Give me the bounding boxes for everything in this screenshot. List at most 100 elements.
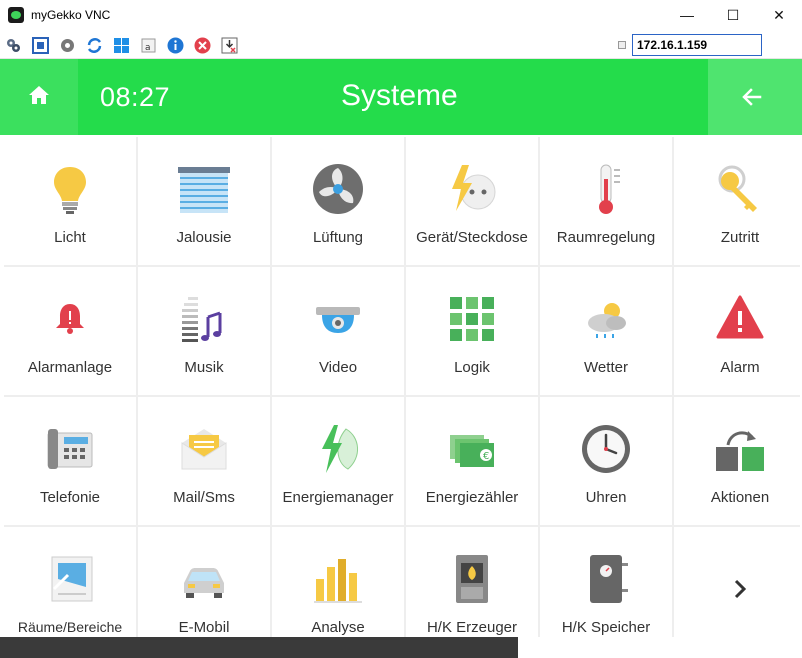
tile-analyse[interactable]: Analyse bbox=[272, 527, 404, 655]
chevron-right-icon bbox=[734, 579, 747, 599]
tile-label: Räume/Bereiche bbox=[17, 619, 123, 635]
blinds-icon bbox=[178, 167, 230, 213]
tile-label: Analyse bbox=[311, 619, 365, 636]
tile-label: H/K Speicher bbox=[561, 619, 651, 636]
alarm-bell-icon bbox=[56, 304, 84, 334]
window-title: myGekko VNC bbox=[31, 8, 111, 22]
send-win-key-icon[interactable] bbox=[113, 37, 130, 54]
tile-label: Video bbox=[318, 359, 358, 376]
tile-label: Wetter bbox=[584, 359, 628, 376]
tile-label: Mail/Sms bbox=[173, 489, 235, 506]
clock-icon bbox=[582, 425, 630, 473]
tile-video[interactable]: Video bbox=[272, 267, 404, 395]
connection-options-icon[interactable] bbox=[5, 37, 22, 54]
tile-lueftung[interactable]: Lüftung bbox=[272, 137, 404, 265]
phone-icon bbox=[47, 429, 93, 469]
tile-mail-sms[interactable]: Mail/Sms bbox=[138, 397, 270, 525]
weather-icon bbox=[588, 303, 626, 338]
window-titlebar: myGekko VNC — ☐ ✕ bbox=[0, 0, 802, 31]
minimize-button[interactable]: — bbox=[664, 0, 710, 31]
fan-icon bbox=[313, 164, 363, 214]
socket-icon bbox=[452, 165, 496, 211]
ip-address-input[interactable] bbox=[632, 34, 762, 56]
file-transfer-icon[interactable] bbox=[221, 37, 238, 54]
tile-label: Lüftung bbox=[312, 229, 364, 246]
tile-raeume-bereiche[interactable]: Räume/Bereiche bbox=[4, 527, 136, 655]
vnc-toolbar: a bbox=[0, 31, 802, 59]
disconnect-icon[interactable] bbox=[194, 37, 211, 54]
tile-label: Energiezähler bbox=[425, 489, 519, 506]
tile-hk-erzeuger[interactable]: H/K Erzeuger bbox=[406, 527, 538, 655]
energy-meter-icon: € bbox=[450, 435, 494, 467]
tile-raumregelung[interactable]: Raumregelung bbox=[540, 137, 672, 265]
svg-text:€: € bbox=[483, 451, 489, 462]
music-icon bbox=[182, 297, 222, 342]
furnace-icon bbox=[456, 555, 488, 603]
tile-label: Alarmanlage bbox=[27, 359, 113, 376]
tile-label: Aktionen bbox=[710, 489, 770, 506]
tile-label: E-Mobil bbox=[178, 619, 230, 636]
security-camera-icon bbox=[316, 307, 360, 333]
energy-leaf-icon bbox=[322, 425, 358, 473]
tile-label: Uhren bbox=[585, 489, 627, 506]
info-icon[interactable] bbox=[167, 37, 184, 54]
rooms-icon bbox=[51, 556, 93, 602]
page-title: Systeme bbox=[341, 79, 458, 112]
tile-licht[interactable]: Licht bbox=[4, 137, 136, 265]
storage-tank-icon bbox=[590, 555, 628, 603]
tile-alarm[interactable]: Alarm bbox=[674, 267, 802, 395]
bottom-status-strip bbox=[0, 637, 518, 658]
fullscreen-icon[interactable] bbox=[32, 37, 49, 54]
tile-telefonie[interactable]: Telefonie bbox=[4, 397, 136, 525]
key-icon bbox=[718, 165, 757, 212]
svg-text:a: a bbox=[145, 43, 151, 53]
tile-aktionen[interactable]: Aktionen bbox=[674, 397, 802, 525]
next-page-button[interactable] bbox=[674, 527, 802, 655]
refresh-icon[interactable] bbox=[86, 37, 103, 54]
tile-label: Telefonie bbox=[39, 489, 101, 506]
tile-uhren[interactable]: Uhren bbox=[540, 397, 672, 525]
tile-zutritt[interactable]: Zutritt bbox=[674, 137, 802, 265]
tile-label: Alarm bbox=[720, 359, 760, 376]
tile-e-mobil[interactable]: E-Mobil bbox=[138, 527, 270, 655]
settings-gear-icon[interactable] bbox=[59, 37, 76, 54]
tile-energiemanager[interactable]: Energiemanager bbox=[272, 397, 404, 525]
app-logo-icon bbox=[8, 7, 24, 23]
tile-hk-speicher[interactable]: H/K Speicher bbox=[540, 527, 672, 655]
ip-indicator-icon bbox=[618, 41, 626, 49]
tile-musik[interactable]: Musik bbox=[138, 267, 270, 395]
actions-icon bbox=[716, 431, 764, 471]
tile-alarmanlage[interactable]: Alarmanlage bbox=[4, 267, 136, 395]
tile-label: H/K Erzeuger bbox=[426, 619, 518, 636]
tile-label: Gerät/Steckdose bbox=[416, 229, 528, 246]
tile-wetter[interactable]: Wetter bbox=[540, 267, 672, 395]
logic-grid-icon bbox=[450, 297, 494, 341]
warning-triangle-icon bbox=[716, 295, 764, 339]
tile-label: Zutritt bbox=[720, 229, 760, 246]
tile-label: Licht bbox=[54, 229, 86, 246]
lightbulb-icon bbox=[54, 167, 86, 214]
tile-energiezaehler[interactable]: € Energiezähler bbox=[406, 397, 538, 525]
clock-time: 08:27 bbox=[100, 82, 171, 112]
tile-label: Logik bbox=[454, 359, 490, 376]
send-key-icon[interactable]: a bbox=[140, 37, 157, 54]
tile-logik[interactable]: Logik bbox=[406, 267, 538, 395]
tile-label: Raumregelung bbox=[556, 229, 656, 246]
car-icon bbox=[184, 568, 224, 598]
tile-label: Energiemanager bbox=[282, 489, 394, 506]
home-icon bbox=[29, 86, 49, 104]
back-button[interactable] bbox=[708, 59, 802, 135]
home-button[interactable] bbox=[0, 59, 78, 135]
close-button[interactable]: ✕ bbox=[756, 0, 802, 31]
maximize-button[interactable]: ☐ bbox=[710, 0, 756, 31]
tile-jalousie[interactable]: Jalousie bbox=[138, 137, 270, 265]
bar-chart-icon bbox=[314, 559, 362, 603]
tile-geraet-steckdose[interactable]: Gerät/Steckdose bbox=[406, 137, 538, 265]
tile-label: Jalousie bbox=[176, 229, 232, 246]
app-header: 08:27 Systeme bbox=[0, 59, 802, 135]
systems-grid: Licht Jalousie Lüftung Gerät/Steckdose R… bbox=[4, 137, 802, 655]
tile-label: Musik bbox=[184, 359, 224, 376]
envelope-icon bbox=[181, 429, 227, 470]
thermometer-icon bbox=[599, 164, 620, 214]
arrow-left-icon bbox=[742, 88, 762, 106]
